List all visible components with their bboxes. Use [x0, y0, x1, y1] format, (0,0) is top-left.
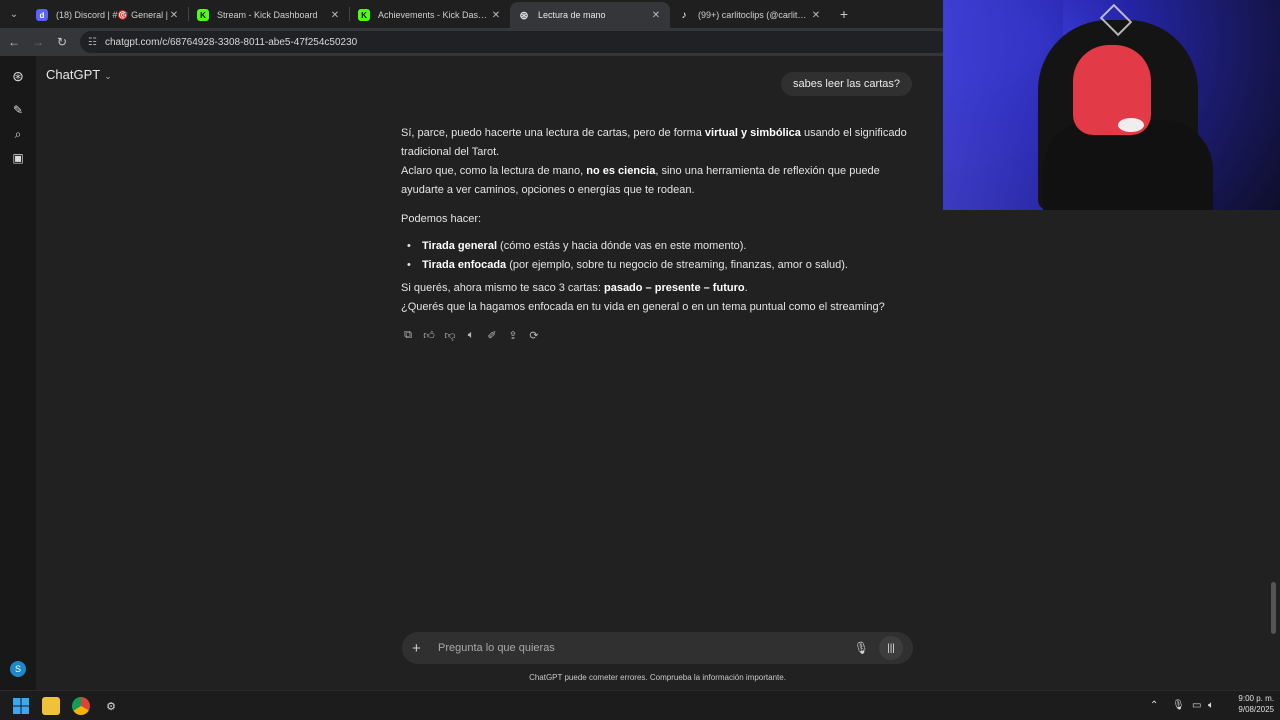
user-message: sabes leer las cartas?: [781, 72, 912, 96]
chatgpt-logo-icon[interactable]: ⊛: [9, 67, 27, 85]
clock-date: 9/08/2025: [1238, 705, 1274, 714]
reply-paragraph: Si querés, ahora mismo te saco 3 cartas:…: [401, 282, 748, 294]
reply-paragraph: Sí, parce, puedo hacerte una lectura de …: [401, 127, 907, 158]
url-text: chatgpt.com/c/68764928-3308-8011-abe5-47…: [104, 36, 358, 48]
tab-title: Achievements - Kick Dashboard: [378, 10, 490, 20]
edit-icon[interactable]: ✐: [485, 327, 499, 343]
read-aloud-icon[interactable]: 🔈︎: [464, 327, 478, 343]
webcam-overlay: [943, 0, 1280, 210]
close-icon[interactable]: ✕: [490, 10, 502, 21]
back-button[interactable]: ←: [2, 35, 26, 49]
model-label: ChatGPT: [46, 67, 101, 82]
kick-icon: K: [358, 9, 370, 21]
close-icon[interactable]: ✕: [329, 10, 341, 21]
tab-kick-achievements[interactable]: K Achievements - Kick Dashboard ✕: [350, 2, 510, 28]
chevron-down-icon: ⌄: [104, 71, 112, 81]
chevron-up-icon[interactable]: ⌃: [1150, 700, 1158, 711]
reply-paragraph: Podemos hacer:: [401, 213, 482, 225]
forward-button[interactable]: →: [26, 35, 50, 49]
clock-time: 9:00 p. m.: [1238, 694, 1274, 703]
reply-list: Tirada general (cómo estás y hacia dónde…: [401, 237, 916, 275]
tab-title: Lectura de mano: [538, 10, 606, 20]
regenerate-icon[interactable]: ⟳: [527, 327, 541, 343]
address-bar[interactable]: ☷ chatgpt.com/c/68764928-3308-8011-abe5-…: [80, 31, 950, 53]
tab-kick-stream[interactable]: K Stream - Kick Dashboard ✕: [189, 2, 349, 28]
share-icon[interactable]: ⇪: [506, 327, 520, 343]
windows-taskbar: ⚙ ⌃ 🎙︎ ▭ 🔈︎: [0, 690, 1280, 720]
sidebar-rail: ⊛ ✎ ⌕ ▣ S: [0, 56, 36, 690]
tab-title: (99+) carlitoclips (@carlitoclips: [698, 10, 810, 20]
app-icon[interactable]: ⚙: [102, 697, 120, 715]
model-selector[interactable]: ChatGPT ⌄: [46, 67, 112, 82]
scrollbar[interactable]: [1271, 582, 1276, 634]
volume-icon[interactable]: 🔈︎: [1208, 700, 1214, 711]
reply-paragraph: Aclaro que, como la lectura de mano, no …: [401, 165, 880, 196]
windows-start-icon[interactable]: [12, 697, 30, 715]
tab-discord[interactable]: d (18) Discord | #🎯 General | ✕: [28, 2, 188, 28]
close-icon[interactable]: ✕: [650, 10, 662, 21]
discord-icon: d: [36, 9, 48, 21]
microphone-tray-icon[interactable]: 🎙︎: [1172, 700, 1185, 711]
list-item: Tirada general (cómo estás y hacia dónde…: [401, 237, 916, 256]
thumbs-down-icon[interactable]: 👎︎: [443, 327, 457, 343]
close-icon[interactable]: ✕: [168, 10, 180, 21]
close-icon[interactable]: ✕: [810, 10, 822, 21]
search-icon[interactable]: ⌕: [9, 125, 27, 143]
copy-icon[interactable]: ⧉: [401, 327, 415, 343]
assistant-message: Sí, parce, puedo hacerte una lectura de …: [401, 124, 916, 317]
reload-button[interactable]: ↻: [50, 35, 74, 49]
tiktok-icon: ♪: [681, 9, 687, 21]
new-chat-icon[interactable]: ✎: [9, 101, 27, 119]
plus-icon[interactable]: +: [412, 640, 430, 657]
tab-title: Stream - Kick Dashboard: [217, 10, 318, 20]
network-icon[interactable]: ▭: [1192, 700, 1201, 711]
tab-chatgpt[interactable]: ⊛ Lectura de mano ✕: [510, 2, 670, 28]
taskbar-clock[interactable]: 9:00 p. m. 9/08/2025: [1228, 693, 1274, 715]
thumbs-up-icon[interactable]: 👍︎: [422, 327, 436, 343]
voice-mode-icon[interactable]: |||: [879, 636, 903, 660]
screen: ⌄ d (18) Discord | #🎯 General | ✕ K Stre…: [0, 0, 1280, 720]
site-info-icon[interactable]: ☷: [88, 37, 97, 48]
kick-icon: K: [197, 9, 209, 21]
library-icon[interactable]: ▣: [9, 149, 27, 167]
prompt-composer[interactable]: + Pregunta lo que quieras 🎙︎ |||: [402, 632, 913, 664]
chrome-icon[interactable]: [72, 697, 90, 715]
prompt-input[interactable]: Pregunta lo que quieras: [438, 642, 854, 654]
reply-paragraph: ¿Querés que la hagamos enfocada en tu vi…: [401, 301, 885, 313]
avatar[interactable]: S: [10, 661, 26, 677]
message-actions: ⧉ 👍︎ 👎︎ 🔈︎ ✐ ⇪ ⟳: [401, 327, 541, 343]
new-tab-button[interactable]: +: [830, 6, 858, 22]
chatgpt-icon: ⊛: [519, 9, 529, 22]
list-item: Tirada enfocada (por ejemplo, sobre tu n…: [401, 256, 916, 275]
tab-tiktok[interactable]: ♪ (99+) carlitoclips (@carlitoclips ✕: [670, 2, 830, 28]
disclaimer-text: ChatGPT puede cometer errores. Comprueba…: [529, 673, 786, 682]
file-explorer-icon[interactable]: [42, 697, 60, 715]
microphone-icon[interactable]: 🎙︎: [854, 641, 869, 655]
tab-title: (18) Discord | #🎯 General |: [56, 9, 168, 20]
tab-search-button[interactable]: ⌄: [0, 0, 28, 28]
